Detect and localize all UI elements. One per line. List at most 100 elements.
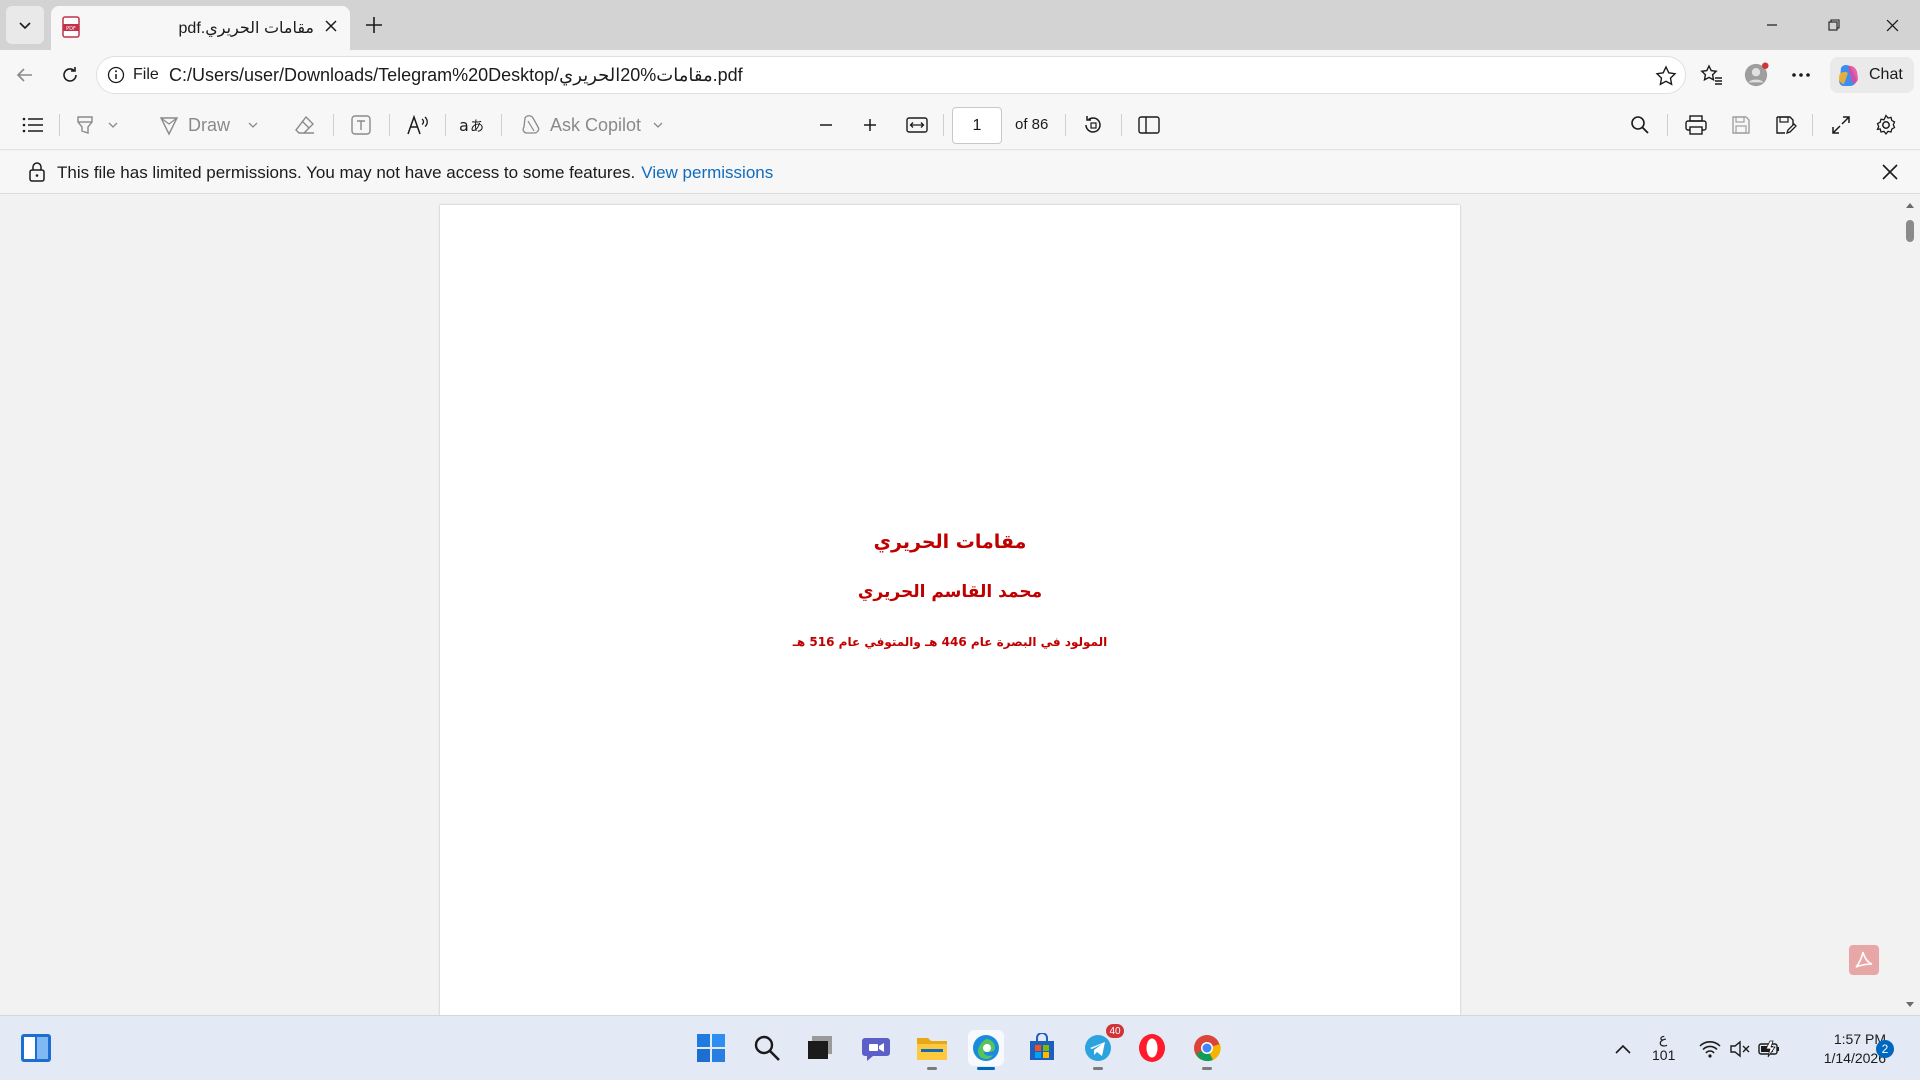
volume-muted-icon	[1730, 1040, 1750, 1057]
add-text-button[interactable]	[348, 112, 374, 138]
input-indicator[interactable]: ع 101	[1652, 1030, 1676, 1064]
battery-button[interactable]	[1757, 1016, 1783, 1080]
translate-icon: aあ	[459, 116, 484, 135]
notification-badge[interactable]: 2	[1876, 1040, 1894, 1058]
page-view-icon	[1138, 116, 1160, 134]
ime-language: ع	[1658, 1030, 1668, 1046]
save-as-button[interactable]	[1773, 112, 1799, 138]
table-of-contents-button[interactable]	[20, 112, 46, 138]
info-icon[interactable]	[107, 66, 125, 84]
back-button[interactable]	[9, 59, 41, 91]
ime-layout: 101	[1652, 1047, 1676, 1063]
show-hidden-icons-button[interactable]	[1610, 1016, 1636, 1080]
highlight-button[interactable]	[74, 112, 130, 138]
favorites-icon	[1700, 64, 1722, 85]
search-button[interactable]	[749, 1030, 785, 1066]
ask-copilot-label: Ask Copilot	[550, 114, 642, 135]
acrobat-button[interactable]	[1849, 945, 1879, 975]
close-window-button[interactable]	[1864, 0, 1920, 50]
wifi-icon	[1699, 1040, 1721, 1058]
close-icon[interactable]	[1880, 162, 1900, 182]
page-number-input[interactable]: 1	[952, 107, 1002, 144]
zoom-out-button[interactable]	[813, 112, 839, 138]
opera-button[interactable]	[1134, 1030, 1170, 1066]
wifi-button[interactable]	[1697, 1016, 1723, 1080]
toolbar-divider	[389, 114, 390, 136]
pdf-file-icon: PDF	[62, 16, 80, 38]
search-icon	[754, 1035, 780, 1061]
clock[interactable]: 1:57 PM 1/14/2026	[1794, 1030, 1886, 1068]
more-options-button[interactable]	[1788, 62, 1814, 88]
refresh-icon	[63, 67, 77, 82]
store-icon	[1030, 1033, 1054, 1060]
widgets-button[interactable]	[18, 1030, 54, 1066]
telegram-button[interactable]: 40	[1080, 1024, 1124, 1070]
restore-button[interactable]	[1806, 0, 1862, 50]
refresh-button[interactable]	[54, 59, 86, 91]
new-tab-button[interactable]	[361, 12, 387, 38]
print-button[interactable]	[1683, 112, 1709, 138]
zoom-in-button[interactable]	[857, 112, 883, 138]
settings-button[interactable]	[1873, 112, 1899, 138]
address-toolbar: File C:/Users/user/Downloads/Telegram%20…	[0, 50, 1920, 100]
url-text[interactable]: C:/Users/user/Downloads/Telegram%20Deskt…	[169, 65, 743, 86]
pdf-page: مقامات الحريري محمد القاسم الحريري المول…	[440, 205, 1460, 1015]
plus-icon	[864, 119, 876, 131]
edge-button[interactable]	[968, 1030, 1004, 1070]
vertical-scrollbar[interactable]	[1900, 195, 1920, 1015]
scrollbar-thumb[interactable]	[1906, 220, 1914, 242]
rotate-icon	[1085, 116, 1101, 133]
address-bar[interactable]: File C:/Users/user/Downloads/Telegram%20…	[96, 56, 1686, 94]
document-subtitle: المولود في البصرة عام 446 هـ والمتوفي عا…	[792, 635, 1108, 649]
copilot-chat-button[interactable]: Chat	[1830, 57, 1914, 93]
scheme-label: File	[133, 66, 159, 83]
erase-button[interactable]	[292, 112, 318, 138]
chat-icon	[862, 1038, 890, 1061]
pdf-viewer[interactable]: مقامات الحريري محمد القاسم الحريري المول…	[0, 195, 1920, 1015]
ask-copilot-button[interactable]: Ask Copilot	[520, 112, 670, 138]
minimize-button[interactable]	[1744, 0, 1800, 50]
tab-close-button[interactable]	[322, 17, 340, 35]
fullscreen-button[interactable]	[1828, 112, 1854, 138]
volume-button[interactable]	[1727, 1016, 1753, 1080]
scroll-up-arrow-icon[interactable]	[1905, 201, 1915, 209]
acrobat-icon	[1855, 951, 1873, 968]
teams-chat-button[interactable]	[858, 1030, 894, 1066]
close-icon	[1886, 19, 1898, 31]
read-aloud-button[interactable]	[404, 112, 432, 138]
svg-text:a: a	[459, 116, 469, 135]
arrow-left-icon	[16, 68, 32, 82]
scroll-down-arrow-icon[interactable]	[1905, 1001, 1915, 1009]
find-button[interactable]	[1627, 112, 1653, 138]
start-button[interactable]	[693, 1030, 729, 1066]
minus-icon	[820, 124, 832, 126]
file-explorer-button[interactable]	[914, 1030, 950, 1070]
fit-to-width-button[interactable]	[904, 112, 930, 138]
running-indicator	[1202, 1067, 1212, 1070]
view-permissions-link[interactable]: View permissions	[641, 163, 773, 182]
microsoft-store-button[interactable]	[1024, 1030, 1060, 1066]
favorite-star-icon[interactable]	[1655, 65, 1677, 87]
lock-icon	[29, 162, 45, 182]
telegram-unread-badge: 40	[1106, 1024, 1124, 1038]
save-button[interactable]	[1728, 112, 1754, 138]
printer-icon	[1685, 115, 1707, 135]
page-view-button[interactable]	[1136, 112, 1162, 138]
translate-button[interactable]: aあ	[458, 112, 486, 138]
tab-actions-menu-button[interactable]	[6, 6, 44, 44]
chevron-up-icon	[1615, 1044, 1631, 1054]
restore-icon	[1828, 19, 1840, 31]
document-title: مقامات الحريري	[873, 531, 1027, 553]
chrome-button[interactable]	[1189, 1030, 1225, 1070]
toolbar-divider	[943, 114, 944, 136]
taskbar: 40 ع 101 1:57 PM 1/14/2026 2	[0, 1015, 1920, 1080]
favorites-button[interactable]	[1699, 62, 1725, 88]
chevron-down-icon	[653, 122, 663, 128]
task-view-button[interactable]	[802, 1030, 838, 1066]
tab-pdf[interactable]: PDF pdf.مقامات الحريري	[51, 6, 350, 50]
draw-button[interactable]: Draw	[158, 112, 270, 138]
profile-button[interactable]	[1743, 62, 1769, 88]
toolbar-divider	[1812, 114, 1813, 136]
rotate-button[interactable]	[1080, 112, 1106, 138]
save-as-icon	[1776, 116, 1797, 135]
